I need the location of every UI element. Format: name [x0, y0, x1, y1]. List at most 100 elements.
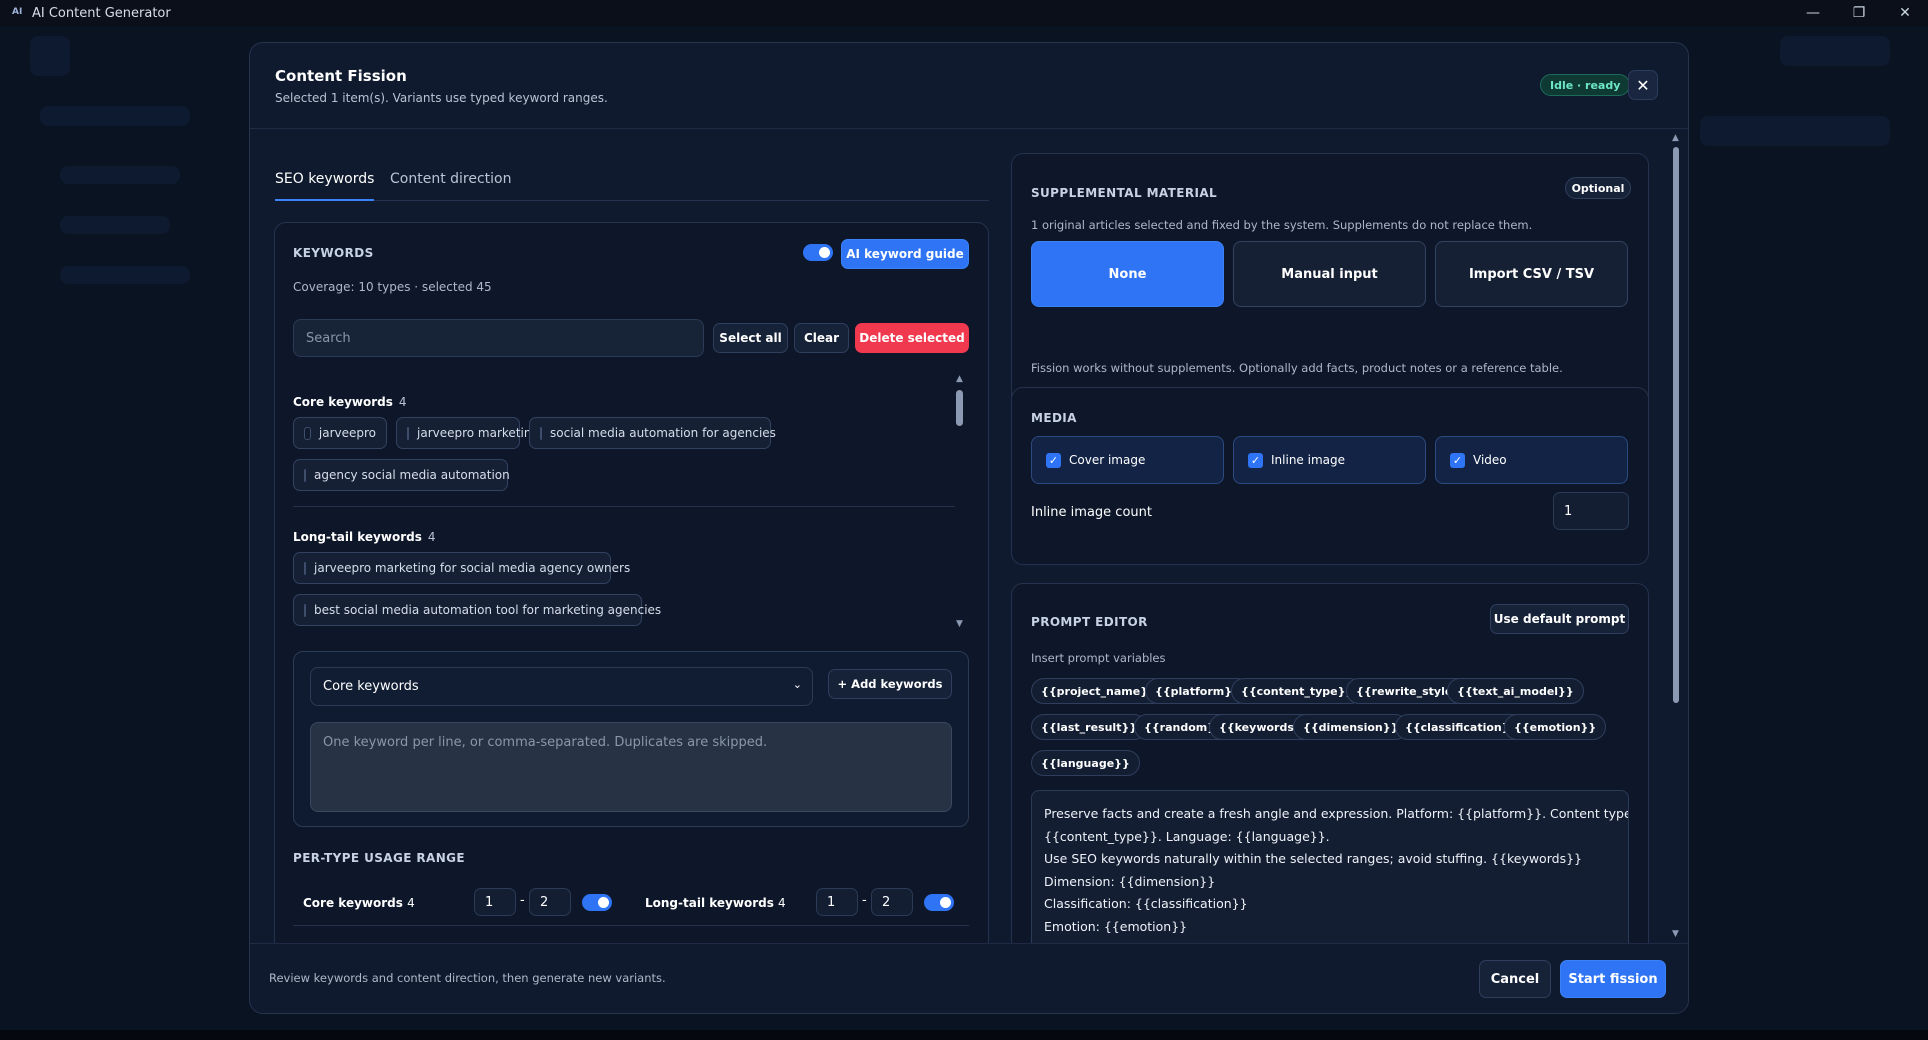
prompt-line: Dimension: {{dimension}}: [1044, 873, 1216, 889]
keyword-chip[interactable]: social media automation for agencies: [529, 417, 776, 449]
keyword-checkbox[interactable]: [304, 603, 306, 617]
keyword-search-input[interactable]: Search: [293, 319, 704, 357]
group-name: Long-tail keywords: [293, 530, 422, 544]
tab-seo-keywords[interactable]: SEO keywords: [275, 161, 375, 201]
chevron-down-icon: ⌄: [792, 678, 802, 691]
dialog-header: Content Fission Selected 1 item(s). Vari…: [250, 43, 1688, 129]
keyword-label: jarveepro marketing: [417, 426, 540, 440]
use-default-prompt-button[interactable]: Use default prompt: [1490, 604, 1629, 634]
checkmark-icon: ✓: [1046, 452, 1061, 468]
range-dash: -: [520, 893, 525, 908]
cover-image-checkbox[interactable]: ✓ Cover image: [1031, 436, 1224, 484]
keyword-chip[interactable]: jarveepro: [293, 417, 387, 449]
footer-hint: Review keywords and content direction, t…: [269, 971, 666, 985]
keywords-textarea[interactable]: One keyword per line, or comma-separated…: [310, 722, 952, 812]
long-tail-max-input[interactable]: 2: [871, 888, 913, 916]
scroll-down-icon[interactable]: ▼: [956, 619, 963, 629]
keyword-type-select[interactable]: Core keywords ⌄: [310, 667, 813, 706]
ai-guide-toggle[interactable]: [803, 244, 833, 261]
keyword-checkbox[interactable]: [304, 426, 311, 440]
video-checkbox[interactable]: ✓ Video: [1435, 436, 1628, 484]
restore-icon[interactable]: ❐: [1836, 0, 1882, 26]
keywords-card: KEYWORDS AI keyword guide Coverage: 10 t…: [274, 222, 989, 982]
close-icon: ✕: [1636, 75, 1650, 95]
group-divider: [293, 506, 955, 507]
prompt-variable-chip[interactable]: {{content_type}}: [1231, 678, 1364, 704]
core-max-input[interactable]: 2: [529, 888, 571, 916]
right-scroll-up-icon[interactable]: ▲: [1672, 133, 1679, 143]
tab-content-direction[interactable]: Content direction: [390, 161, 511, 201]
window-titlebar: AI AI Content Generator — ❐ ✕: [0, 0, 1928, 26]
media-label: Inline image: [1271, 453, 1345, 467]
taskbar: [0, 1030, 1928, 1040]
scroll-up-icon[interactable]: ▲: [956, 374, 963, 384]
ai-keyword-guide-button[interactable]: AI keyword guide: [841, 239, 969, 269]
range-dash: -: [862, 893, 867, 908]
supplemental-note: Fission works without supplements. Optio…: [1031, 361, 1563, 375]
prompt-line: Use SEO keywords naturally within the se…: [1044, 851, 1582, 866]
supplemental-desc: 1 original articles selected and fixed b…: [1031, 218, 1533, 232]
keyword-label: social media automation for agencies: [550, 426, 776, 440]
optional-badge: Optional: [1565, 177, 1631, 199]
dialog-title: Content Fission: [275, 67, 407, 85]
keyword-checkbox[interactable]: [304, 561, 306, 575]
delete-selected-button[interactable]: Delete selected: [855, 323, 969, 353]
right-scroll-down-icon[interactable]: ▼: [1672, 929, 1679, 939]
supplement-none-button[interactable]: None: [1031, 241, 1224, 307]
usage-row: Core keywords 4 1 - 2 Long-tail keywords…: [293, 883, 969, 926]
usage-section-title: PER-TYPE USAGE RANGE: [293, 851, 466, 865]
keyword-chip[interactable]: jarveepro marketing for social media age…: [293, 552, 630, 584]
media-label: Cover image: [1069, 453, 1146, 467]
inline-image-count-input[interactable]: 1: [1553, 492, 1629, 530]
supplemental-title: SUPPLEMENTAL MATERIAL: [1031, 186, 1218, 200]
right-panel-scrollbar[interactable]: [1673, 147, 1679, 703]
prompt-variable-chip[interactable]: {{text_ai_model}}: [1447, 678, 1584, 704]
dialog-footer: Review keywords and content direction, t…: [250, 943, 1688, 1013]
group-name: Core keywords: [293, 395, 393, 409]
long-tail-min-input[interactable]: 1: [816, 888, 858, 916]
start-fission-button[interactable]: Start fission: [1560, 960, 1666, 998]
group-count: 4: [427, 530, 436, 544]
selected-type: Core keywords: [323, 679, 419, 694]
dialog-subtitle: Selected 1 item(s). Variants use typed k…: [275, 91, 608, 105]
keyword-chip[interactable]: best social media automation tool for ma…: [293, 594, 661, 626]
close-window-icon[interactable]: ✕: [1882, 0, 1928, 26]
supplement-manual-button[interactable]: Manual input: [1233, 241, 1426, 307]
prompt-variable-chip[interactable]: {{emotion}}: [1504, 714, 1607, 740]
keyword-chip[interactable]: jarveepro marketing: [396, 417, 539, 449]
checkmark-icon: ✓: [1450, 452, 1465, 468]
usage-label-long-tail: Long-tail keywords 4: [645, 896, 786, 910]
prompt-variable-chip[interactable]: {{last_result}}: [1031, 714, 1148, 740]
keyword-label: jarveepro: [318, 426, 376, 440]
cancel-button[interactable]: Cancel: [1479, 960, 1551, 998]
long-tail-usage-toggle[interactable]: [924, 894, 954, 911]
minimize-icon[interactable]: —: [1790, 0, 1836, 26]
keyword-chip[interactable]: agency social media automation: [293, 459, 510, 491]
keyword-list-scrollbar[interactable]: [956, 390, 963, 426]
tab-bar: SEO keywords Content direction: [275, 161, 989, 201]
usage-label-core: Core keywords 4: [303, 896, 415, 910]
add-keywords-button[interactable]: + Add keywords: [828, 669, 952, 699]
prompt-textarea[interactable]: Preserve facts and create a fresh angle …: [1031, 790, 1629, 950]
prompt-line: Emotion: {{emotion}}: [1044, 918, 1188, 934]
core-usage-toggle[interactable]: [582, 894, 612, 911]
content-fission-dialog: Content Fission Selected 1 item(s). Vari…: [249, 42, 1689, 1014]
clear-button[interactable]: Clear: [794, 323, 849, 353]
keyword-label: agency social media automation: [314, 468, 510, 482]
prompt-line: {{content_type}}. Language: {{language}}…: [1044, 828, 1330, 844]
close-dialog-button[interactable]: ✕: [1628, 70, 1658, 100]
select-all-button[interactable]: Select all: [713, 323, 788, 353]
prompt-variable-chip[interactable]: {{dimension}}: [1293, 714, 1409, 740]
checkmark-icon: ✓: [1248, 452, 1263, 468]
prompt-variable-chip[interactable]: {{language}}: [1031, 750, 1140, 776]
usage-divider: [293, 925, 969, 926]
keyword-checkbox[interactable]: [407, 426, 409, 440]
inline-image-checkbox[interactable]: ✓ Inline image: [1233, 436, 1426, 484]
keyword-checkbox[interactable]: [304, 468, 306, 482]
group-title-core: Core keywords 4: [293, 395, 407, 409]
keyword-checkbox[interactable]: [540, 426, 542, 440]
core-min-input[interactable]: 1: [474, 888, 516, 916]
supplement-import-button[interactable]: Import CSV / TSV: [1435, 241, 1628, 307]
prompt-line: Classification: {{classification}}: [1044, 896, 1248, 911]
window-title: AI Content Generator: [32, 5, 171, 21]
